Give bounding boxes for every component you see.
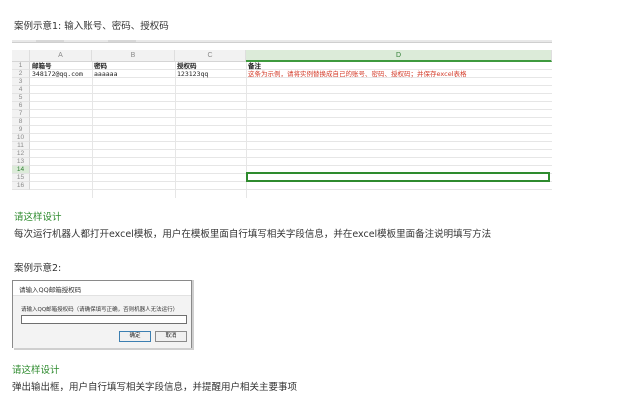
row-header[interactable]: 2 xyxy=(12,70,30,78)
grid-row xyxy=(30,86,552,94)
grid-row xyxy=(30,158,552,166)
design-description-2: 弹出输出框，用户自行填写相关字段信息，并提醒用户相关主要事项 xyxy=(12,382,298,393)
grid-row xyxy=(30,102,552,110)
selected-cell-d14[interactable] xyxy=(246,172,550,182)
grid-row xyxy=(30,126,552,134)
cell-d2[interactable]: 这条为示例，请将实例替换成自己的账号、密码、授权码；并保存excel表格 xyxy=(248,70,550,78)
grid-row xyxy=(30,142,552,150)
grid-row xyxy=(30,150,552,158)
row-header[interactable]: 3 xyxy=(12,78,30,86)
column-header-c[interactable]: C xyxy=(175,50,246,62)
cell-b2[interactable]: aaaaaa xyxy=(94,70,173,78)
row-header[interactable]: 15 xyxy=(12,174,30,182)
grid-row xyxy=(30,94,552,102)
design-description-1: 每次运行机器人都打开excel模板，用户在模板里面自行填写相关字段信息，并在ex… xyxy=(14,229,492,240)
dialog-title: 请输入QQ邮箱授权码 xyxy=(19,286,82,294)
row-header[interactable]: 5 xyxy=(12,94,30,102)
grid-row xyxy=(30,118,552,126)
row-header[interactable]: 14 xyxy=(12,166,30,174)
column-header-d[interactable]: D xyxy=(246,50,552,62)
row-header[interactable]: 13 xyxy=(12,158,30,166)
select-all-corner[interactable] xyxy=(12,50,30,62)
authcode-input[interactable] xyxy=(21,315,187,324)
row-header[interactable]: 11 xyxy=(12,142,30,150)
column-divider xyxy=(92,62,93,198)
row-header[interactable]: 1 xyxy=(12,62,30,70)
row-header[interactable]: 16 xyxy=(12,182,30,190)
cell-b1[interactable]: 密码 xyxy=(94,62,173,70)
row-header[interactable]: 8 xyxy=(12,118,30,126)
column-divider xyxy=(175,62,176,198)
input-dialog: 请输入QQ邮箱授权码 请输入QQ邮箱授权码（请确保填写正确，否则机器人无法运行）… xyxy=(12,280,192,348)
dialog-prompt: 请输入QQ邮箱授权码（请确保填写正确，否则机器人无法运行） xyxy=(21,307,179,313)
example-2-caption: 案例示意2: xyxy=(14,263,62,274)
row-header[interactable]: 4 xyxy=(12,86,30,94)
row-header[interactable]: 6 xyxy=(12,102,30,110)
cell-c2[interactable]: 123123qq xyxy=(177,70,244,78)
grid-row xyxy=(30,134,552,142)
example-1-caption: 案例示意1: 输入账号、密码、授权码 xyxy=(14,21,169,32)
cell-c1[interactable]: 授权码 xyxy=(177,62,244,70)
grid-row xyxy=(30,110,552,118)
row-header[interactable]: 9 xyxy=(12,126,30,134)
cell-a1[interactable]: 邮箱号 xyxy=(32,62,90,70)
row-header[interactable]: 10 xyxy=(12,134,30,142)
cell-a2[interactable]: 348172@qq.com xyxy=(32,70,90,78)
row-header[interactable]: 7 xyxy=(12,110,30,118)
column-header-a[interactable]: A xyxy=(30,50,92,62)
cell-d1[interactable]: 备注 xyxy=(248,62,548,70)
row-header[interactable]: 12 xyxy=(12,150,30,158)
design-heading-1: 请这样设计 xyxy=(14,212,62,223)
design-heading-2: 请这样设计 xyxy=(12,365,60,376)
column-header-b[interactable]: B xyxy=(92,50,175,62)
cancel-button[interactable]: 取消 xyxy=(155,331,187,342)
ok-button[interactable]: 确定 xyxy=(119,331,151,342)
grid-row xyxy=(30,182,552,190)
grid-row xyxy=(30,78,552,86)
